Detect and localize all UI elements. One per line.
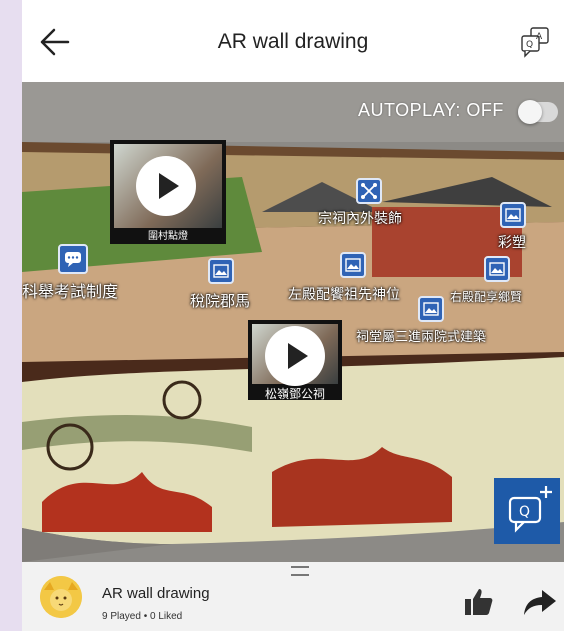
image-icon — [484, 256, 510, 282]
shuffle-icon — [356, 178, 382, 204]
ar-camera-view[interactable]: AUTOPLAY: OFF 圍村點燈 松嶺鄧公祠 科舉考試制度 稅院郡馬 宗祠內… — [22, 82, 564, 562]
qa-icon[interactable]: A Q — [520, 26, 550, 58]
page-title: AR wall drawing — [217, 30, 369, 53]
header: AR wall drawing A Q — [22, 0, 564, 82]
svg-text:A: A — [536, 32, 543, 42]
image-icon — [418, 296, 444, 322]
image-icon — [208, 258, 234, 284]
video-caption: 圍村點燈 — [148, 231, 188, 242]
autoplay-label: AUTOPLAY: OFF — [358, 100, 504, 120]
hotspot-ancestral-hall[interactable]: 祠堂屬三進兩院式建築 — [352, 296, 502, 348]
add-qa-icon: Q — [508, 486, 552, 533]
avatar — [40, 576, 82, 618]
autoplay-toggle[interactable] — [518, 100, 558, 124]
drawing-title: AR wall drawing — [102, 585, 210, 602]
video-hotspot-2[interactable]: 松嶺鄧公祠 — [248, 320, 342, 401]
hotspot-label: 祠堂屬三進兩院式建築 — [356, 329, 487, 344]
hotspot-tax-court[interactable]: 稅院郡馬 — [190, 258, 270, 314]
toggle-knob — [518, 100, 542, 124]
hotspot-label: 科舉考試制度 — [22, 284, 119, 301]
bottom-info-bar: AR wall drawing 9 Played • 0 Liked — [22, 562, 564, 631]
thumbs-up-icon[interactable] — [463, 586, 495, 618]
share-arrow-icon[interactable] — [522, 586, 558, 618]
drag-handle[interactable] — [291, 566, 309, 576]
hotspot-color-sculpture[interactable]: 彩塑 — [494, 202, 544, 254]
hotspot-label: 宗祠內外裝飾 — [318, 210, 402, 226]
play-like-stats: 9 Played • 0 Liked — [102, 611, 183, 622]
play-icon[interactable] — [265, 326, 325, 386]
hotspot-exam-system[interactable]: 科舉考試制度 — [22, 242, 152, 302]
app-frame: AR wall drawing A Q AUTOPLAY: OFF 圍村點燈 松… — [22, 0, 564, 631]
video-hotspot-1[interactable]: 圍村點燈 — [110, 140, 226, 244]
image-icon — [500, 202, 526, 228]
svg-text:Q: Q — [526, 40, 533, 50]
add-question-button[interactable]: Q — [494, 478, 560, 544]
svg-text:Q: Q — [519, 504, 530, 520]
chat-icon — [58, 244, 88, 274]
hotspot-label: 稅院郡馬 — [190, 293, 251, 310]
hotspot-temple-decoration[interactable]: 宗祠內外裝飾 — [312, 178, 422, 234]
video-caption: 松嶺鄧公祠 — [264, 387, 325, 401]
image-icon — [340, 252, 366, 278]
play-icon[interactable] — [136, 156, 196, 216]
hotspot-label: 彩塑 — [498, 234, 526, 250]
